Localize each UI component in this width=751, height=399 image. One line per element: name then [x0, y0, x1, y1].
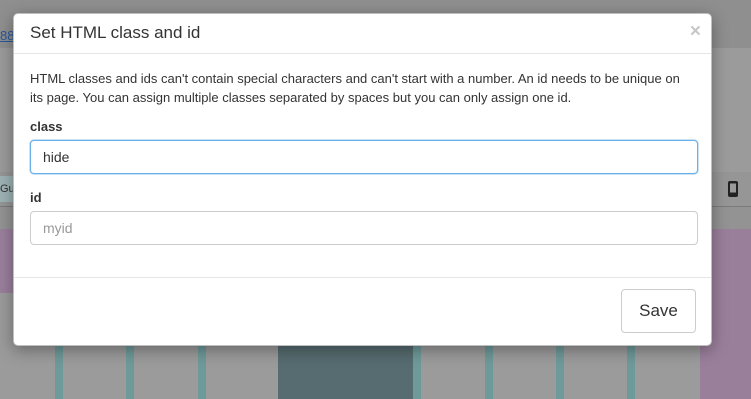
class-label: class	[30, 119, 63, 134]
dialog-title: Set HTML class and id	[30, 23, 201, 42]
background-column	[126, 346, 134, 399]
background-tab: Gu	[0, 176, 14, 202]
background-column	[556, 346, 564, 399]
dialog-header: Set HTML class and id ×	[14, 14, 711, 54]
background-column	[485, 346, 493, 399]
id-input[interactable]	[30, 211, 698, 245]
class-input[interactable]	[30, 140, 698, 174]
background-column	[413, 346, 421, 399]
save-button[interactable]: Save	[621, 289, 696, 333]
background-column	[55, 346, 63, 399]
id-label: id	[30, 190, 42, 205]
set-class-id-dialog: Set HTML class and id × HTML classes and…	[13, 13, 712, 346]
dialog-footer: Save	[14, 277, 711, 345]
close-icon[interactable]: ×	[690, 22, 701, 42]
background-panel-left	[0, 229, 14, 293]
background-image	[278, 346, 418, 399]
mobile-device-icon	[724, 178, 742, 200]
background-column	[198, 346, 206, 399]
background-column	[627, 346, 635, 399]
dialog-description: HTML classes and ids can't contain speci…	[30, 71, 680, 105]
dialog-body: HTML classes and ids can't contain speci…	[14, 54, 711, 245]
